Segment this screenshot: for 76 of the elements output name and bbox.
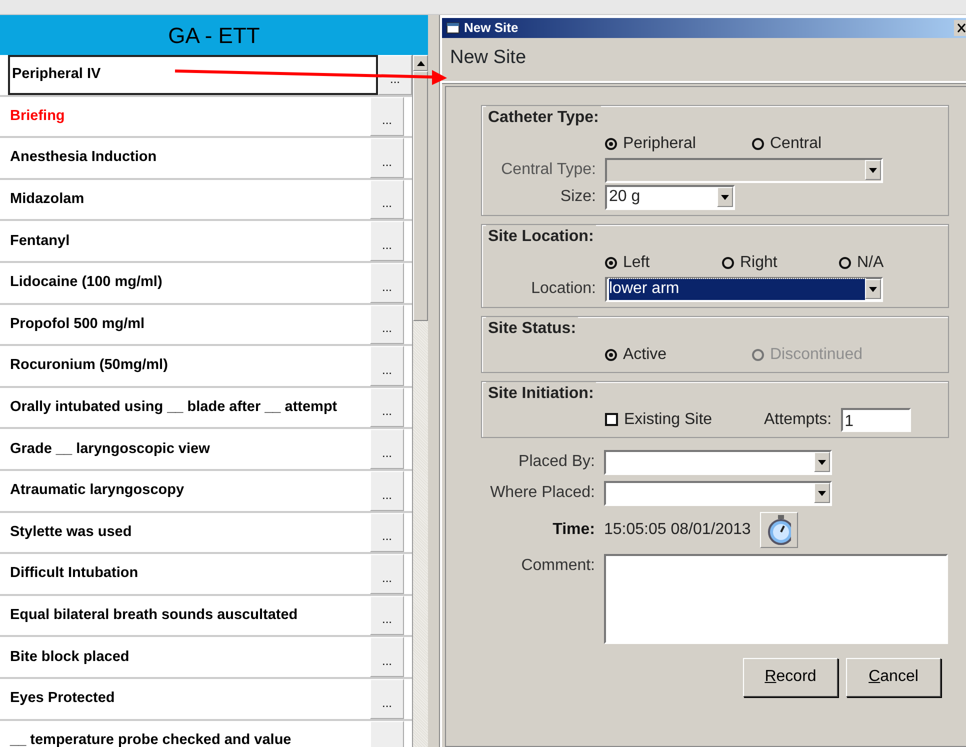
more-button[interactable]: ... bbox=[370, 429, 404, 469]
dialog-button[interactable]: Record bbox=[743, 658, 838, 696]
dropdown-arrow-icon[interactable] bbox=[818, 490, 826, 496]
more-button[interactable]: ... bbox=[370, 346, 404, 386]
checkbox[interactable]: Existing Site bbox=[605, 408, 755, 432]
list-item[interactable]: Atraumatic laryngoscopy bbox=[0, 470, 370, 511]
more-button[interactable]: ... bbox=[370, 554, 404, 594]
more-button[interactable]: ... bbox=[378, 55, 412, 95]
more-button[interactable]: ... bbox=[370, 596, 404, 636]
field-label: Size: bbox=[559, 187, 596, 207]
field-label: Time: bbox=[552, 520, 595, 540]
dropdown[interactable]: 20 g bbox=[605, 184, 735, 210]
dialog-button[interactable]: Cancel bbox=[846, 658, 941, 696]
window-title: New Site bbox=[464, 19, 518, 38]
list-item[interactable]: Lidocaine (100 mg/ml) bbox=[0, 262, 370, 303]
radio-dot[interactable] bbox=[839, 256, 851, 268]
more-button[interactable]: ... bbox=[370, 138, 404, 178]
more-button[interactable]: ... bbox=[370, 221, 404, 261]
radio-button[interactable]: Active bbox=[605, 342, 743, 366]
radio-button[interactable]: N/A bbox=[839, 250, 947, 274]
radio-dot[interactable] bbox=[722, 256, 734, 268]
close-icon[interactable] bbox=[954, 20, 966, 36]
list-item[interactable]: Briefing bbox=[0, 96, 370, 136]
list-item[interactable]: Eyes Protected bbox=[0, 678, 370, 718]
more-button[interactable]: ... bbox=[370, 470, 404, 511]
radio-button[interactable]: Peripheral bbox=[605, 132, 743, 156]
radio-dot[interactable] bbox=[605, 348, 617, 360]
list-header: GA - ETT bbox=[0, 15, 428, 55]
more-button[interactable]: ... bbox=[370, 262, 404, 303]
stopwatch-icon bbox=[766, 514, 791, 546]
radio-button[interactable]: Central bbox=[752, 132, 890, 156]
list-item[interactable]: Midazolam bbox=[0, 180, 370, 220]
list-item[interactable]: Rocuronium (50mg/ml) bbox=[0, 346, 370, 386]
more-button[interactable]: ... bbox=[370, 678, 404, 718]
list-item[interactable]: Equal bilateral breath sounds auscultated bbox=[0, 596, 370, 636]
dropdown-arrow-icon[interactable] bbox=[869, 286, 877, 292]
list-item[interactable]: Orally intubated using __ blade after __ attempt bbox=[0, 388, 370, 428]
up-arrow-icon[interactable] bbox=[416, 60, 424, 66]
field-label: Attempts: bbox=[764, 410, 832, 430]
list-item[interactable]: Peripheral IV bbox=[8, 55, 378, 95]
radio-dot[interactable] bbox=[605, 256, 617, 268]
radio-dot[interactable] bbox=[752, 138, 764, 150]
more-button[interactable]: ... bbox=[370, 512, 404, 552]
comment-field[interactable] bbox=[604, 554, 948, 644]
list-item[interactable]: Bite block placed bbox=[0, 637, 370, 677]
field-label: Comment: bbox=[520, 556, 595, 576]
list-item[interactable]: Anesthesia Induction bbox=[0, 138, 370, 178]
radio-button[interactable]: Left bbox=[605, 250, 713, 274]
list-item[interactable]: Propofol 500 mg/ml bbox=[0, 304, 370, 344]
more-button[interactable]: ... bbox=[370, 388, 404, 428]
radio-button[interactable]: Right bbox=[722, 250, 830, 274]
list-item[interactable]: Difficult Intubation bbox=[0, 554, 370, 594]
dialog-heading: New Site bbox=[450, 47, 526, 68]
list-item[interactable]: Stylette was used bbox=[0, 512, 370, 552]
more-button[interactable]: ... bbox=[370, 304, 404, 344]
dropdown-arrow-icon[interactable] bbox=[721, 194, 729, 200]
field-label: Location: bbox=[530, 279, 596, 299]
dropdown[interactable] bbox=[604, 450, 832, 474]
more-button[interactable]: ... bbox=[370, 180, 404, 220]
dropdown[interactable] bbox=[604, 480, 832, 506]
time-value: 15:05:05 08/01/2013 bbox=[604, 520, 751, 540]
field-label: Where Placed: bbox=[489, 483, 595, 503]
more-button[interactable]: ... bbox=[370, 96, 404, 136]
more-button[interactable]: ... bbox=[370, 637, 404, 677]
list-item[interactable]: Fentanyl bbox=[0, 221, 370, 261]
dropdown[interactable]: lower arm bbox=[605, 276, 883, 302]
dropdown-arrow-icon[interactable] bbox=[818, 460, 826, 464]
field-label: Central Type: bbox=[500, 160, 596, 180]
list-item[interactable]: Grade __ laryngoscopic view bbox=[0, 429, 370, 469]
field-label: Placed By: bbox=[518, 452, 595, 472]
stopwatch-button[interactable] bbox=[760, 512, 798, 548]
window-icon bbox=[446, 22, 460, 34]
attempts-field[interactable]: 1 bbox=[840, 408, 911, 432]
scrollbar[interactable] bbox=[412, 55, 428, 747]
list-item[interactable]: __ temperature probe checked and value bbox=[0, 720, 370, 747]
radio-dot[interactable] bbox=[605, 138, 617, 150]
